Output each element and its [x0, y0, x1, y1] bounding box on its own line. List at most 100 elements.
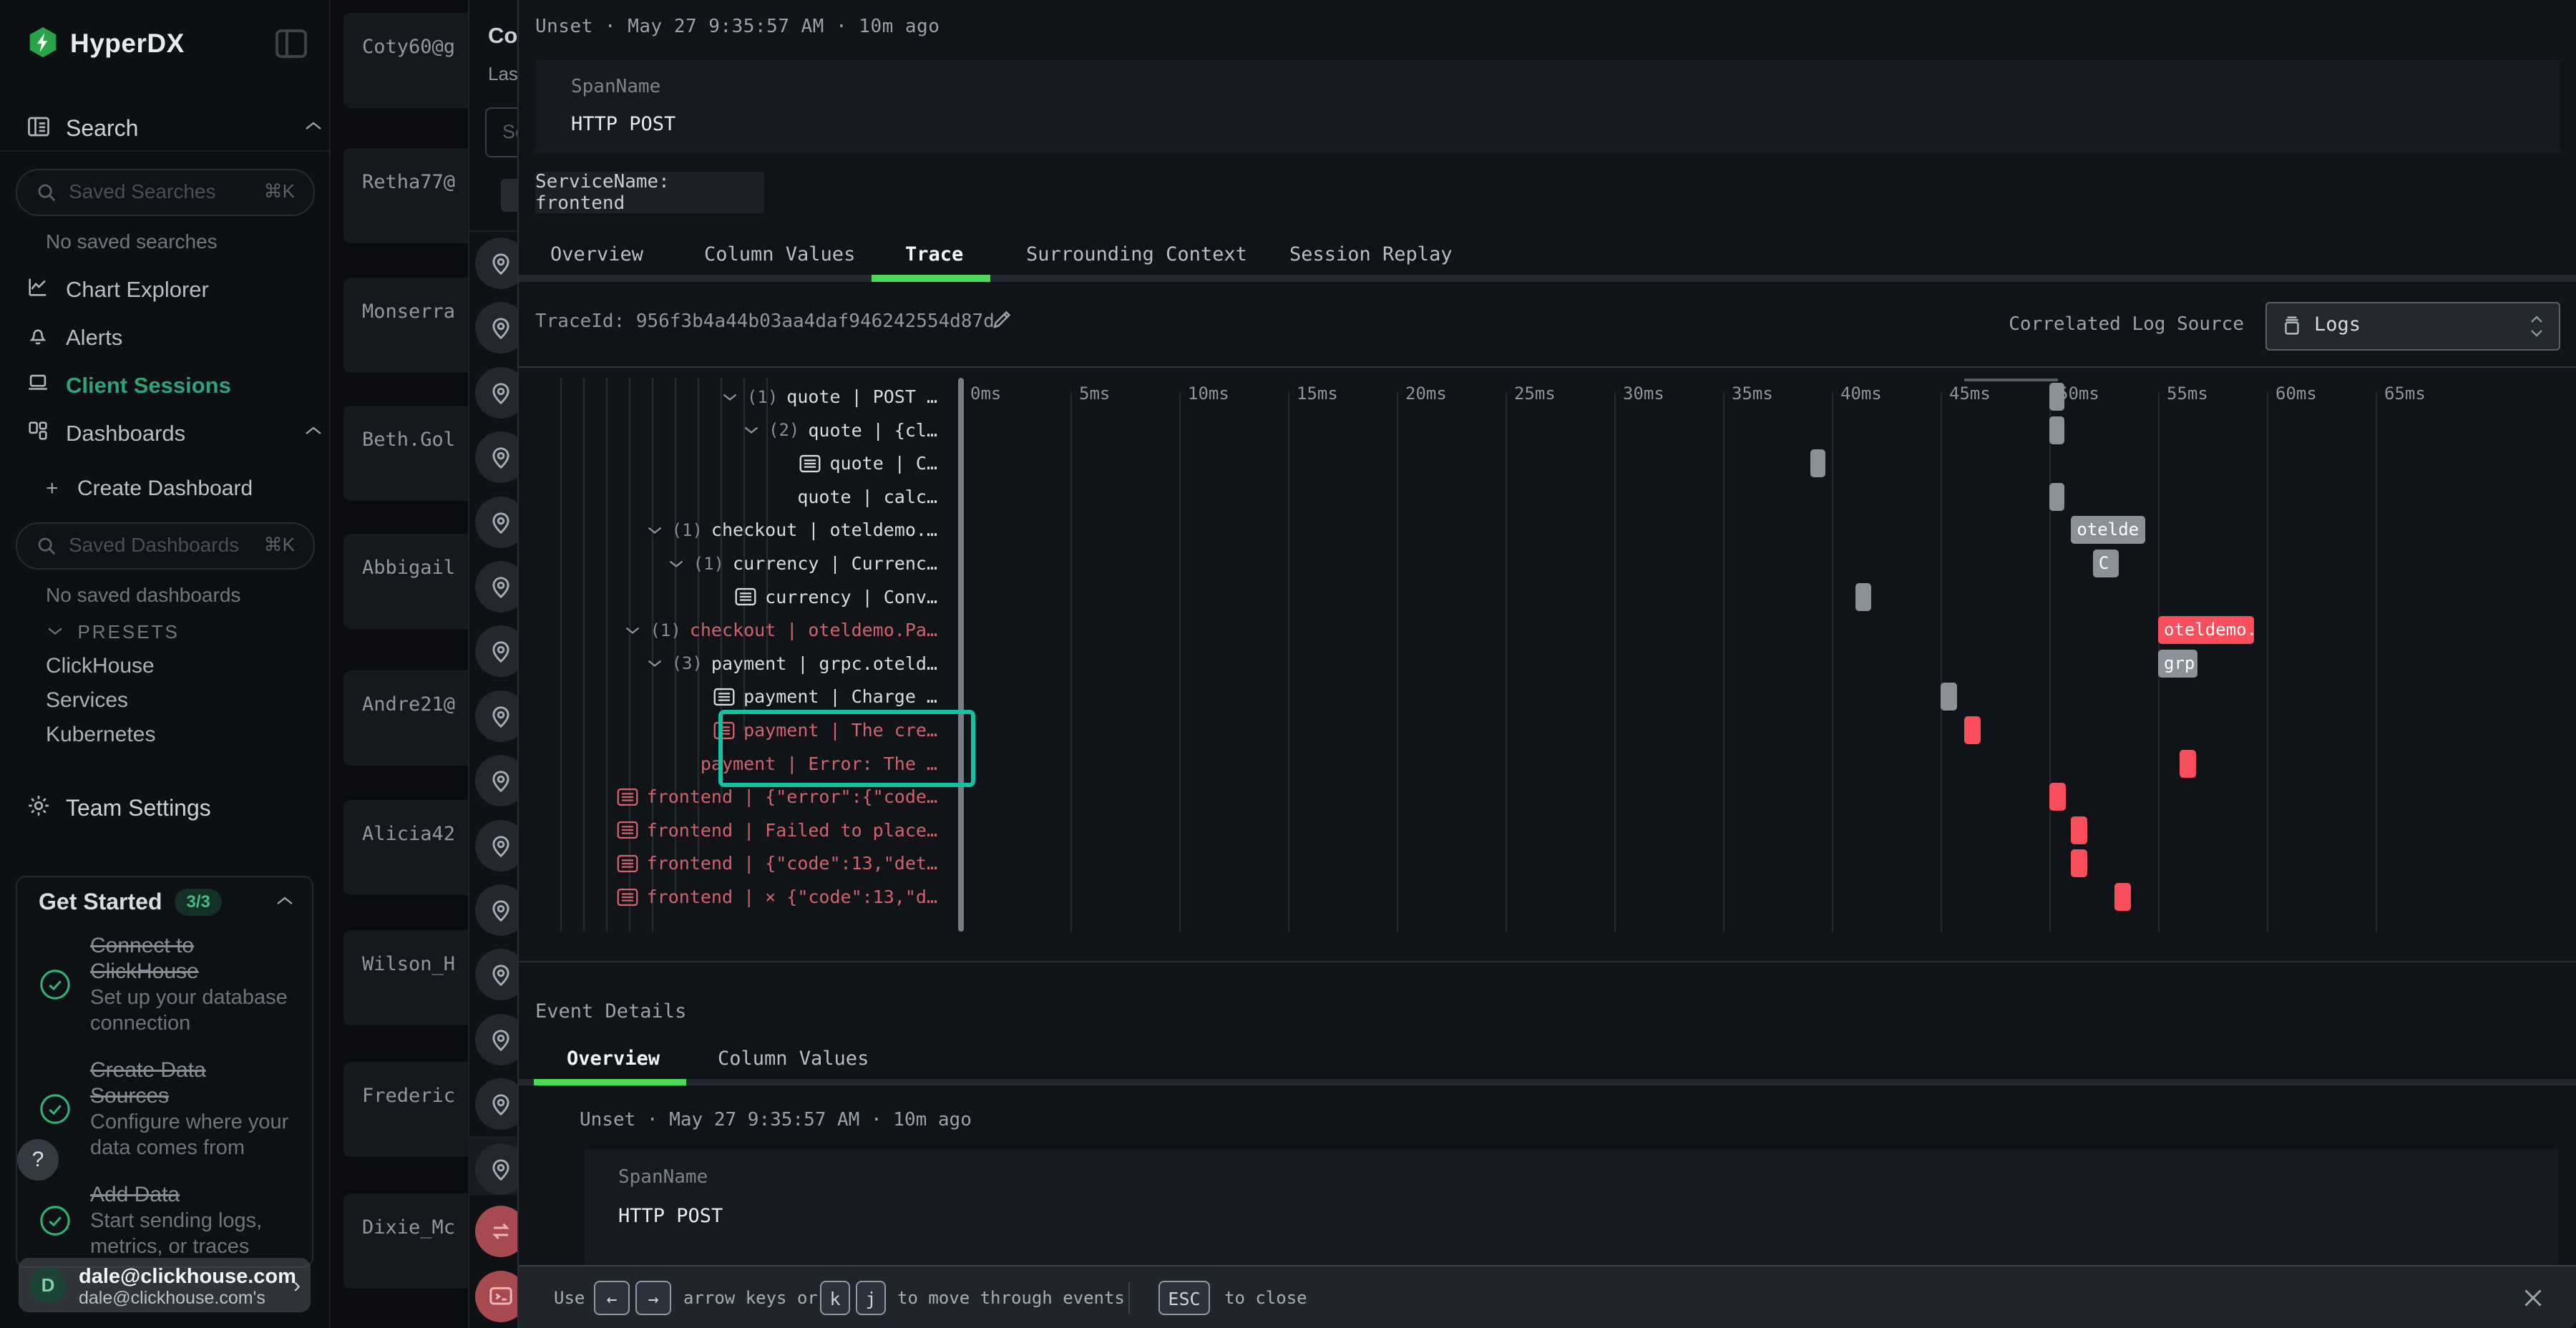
trace-tree-row[interactable]: currency | Conv… — [519, 580, 937, 614]
close-icon[interactable] — [2520, 1285, 2546, 1311]
saved-dashboards-searchbox[interactable]: ⌘K — [16, 522, 315, 570]
footer-text: arrow keys or — [683, 1266, 818, 1328]
select-chevrons-icon — [2527, 312, 2546, 341]
event-details-tab-column-values[interactable]: Column Values — [718, 1043, 869, 1075]
trace-span-bar[interactable] — [2049, 416, 2064, 444]
session-list-item[interactable]: Monserra — [343, 278, 468, 373]
search-nav-icon — [26, 114, 52, 140]
trace-span-bar[interactable] — [2049, 383, 2064, 411]
collapse-sidebar-icon[interactable] — [275, 29, 308, 59]
chevron-down-icon[interactable] — [743, 424, 760, 436]
trace-span-bar[interactable] — [2180, 750, 2196, 778]
trace-tree-row[interactable]: frontend | {"code":13,"det… — [519, 846, 937, 880]
no-saved-dashboards-text: No saved dashboards — [46, 584, 240, 607]
presets-section-toggle[interactable]: PRESETS — [46, 621, 180, 643]
trace-span-bar[interactable] — [1964, 716, 1981, 744]
servicename-chip[interactable]: ServiceName: frontend — [535, 172, 764, 213]
chevron-up-icon[interactable] — [275, 894, 295, 907]
sidebar-item-kubernetes[interactable]: Kubernetes — [46, 723, 155, 747]
session-list-item[interactable]: Beth.Gol — [343, 406, 468, 501]
saved-searches-input[interactable] — [67, 170, 249, 213]
trace-tree-row[interactable]: quote | C… — [519, 446, 937, 480]
session-name: Dixie_Mc — [362, 1216, 455, 1239]
child-count: (1) — [672, 520, 703, 540]
session-list-item[interactable]: Andre21@ — [343, 670, 468, 766]
session-list-item[interactable]: Coty60@g — [343, 13, 468, 108]
get-started-item[interactable]: Create Data SourcesConfigure where your … — [39, 1058, 291, 1161]
sidebar-item-label: Chart Explorer — [66, 277, 209, 303]
chevron-down-icon[interactable] — [721, 391, 738, 403]
sidebar-item-dashboards[interactable]: Dashboards — [26, 419, 329, 449]
sidebar-item-services[interactable]: Services — [46, 688, 128, 713]
sidebar-item-chart-explorer[interactable]: Chart Explorer — [26, 275, 329, 305]
sidebar-item-alerts[interactable]: Alerts — [26, 323, 329, 353]
trace-tree-row[interactable]: frontend | × {"code":13,"d… — [519, 880, 937, 914]
trace-tree-row[interactable]: payment | Charge … — [519, 680, 937, 713]
tab-surrounding-context[interactable]: Surrounding Context — [1026, 239, 1247, 270]
timeline-tick-label: 25ms — [1514, 384, 1556, 404]
sidebar: HyperDX Search ⌘K No saved searches Char… — [0, 0, 331, 1328]
timeline-gridline — [1832, 392, 1833, 932]
saved-dashboards-input[interactable] — [67, 524, 249, 567]
trace-span-bar[interactable]: oteldemo. — [2158, 616, 2254, 644]
trace-span-bar[interactable] — [2114, 883, 2131, 911]
get-started-item[interactable]: Add DataStart sending logs, metrics, or … — [39, 1182, 291, 1259]
tab-overview[interactable]: Overview — [550, 239, 643, 270]
session-list-item[interactable]: Abbigail — [343, 534, 468, 629]
trace-tree-row[interactable]: (1)currency | Currenc… — [519, 547, 937, 580]
spanname-card: SpanName HTTP POST — [535, 60, 2560, 153]
chevron-down-icon[interactable] — [624, 625, 641, 636]
trace-span-bar[interactable]: otelde — [2071, 516, 2145, 544]
get-started-badge: 3/3 — [175, 889, 221, 916]
get-started-item[interactable]: Connect to ClickHouseSet up your databas… — [39, 933, 291, 1036]
help-button[interactable]: ? — [17, 1139, 59, 1181]
trace-span-bar[interactable] — [1810, 449, 1825, 477]
tree-scrollbar[interactable] — [958, 378, 964, 932]
trace-tree-row[interactable]: (1)quote | POST … — [519, 380, 937, 414]
trace-tree-row[interactable]: (2)quote | {cl… — [519, 414, 937, 447]
session-list-item[interactable]: Dixie_Mc — [343, 1193, 468, 1289]
trace-span-bar[interactable] — [2049, 783, 2066, 811]
sidebar-item-search[interactable]: Search — [26, 111, 329, 145]
trace-tree-row[interactable]: quote | calc… — [519, 480, 937, 514]
sidebar-item-client-sessions[interactable]: Client Sessions — [26, 371, 329, 401]
log-source-value: Logs — [2314, 313, 2361, 336]
child-count: (3) — [672, 653, 703, 673]
trace-tree-row[interactable]: (1)checkout | oteldemo.Pa… — [519, 613, 937, 647]
trace-span-bar[interactable]: grp — [2158, 650, 2197, 678]
trace-span-bar[interactable] — [2071, 816, 2087, 844]
log-source-select[interactable]: Logs — [2265, 302, 2560, 351]
trace-waterfall: 0ms5ms10ms15ms20ms25ms30ms35ms40ms45ms50… — [519, 378, 2576, 932]
session-list-item[interactable]: Alicia42 — [343, 800, 468, 895]
sidebar-item-label: Alerts — [66, 325, 122, 351]
timeline-gridline — [1506, 392, 1507, 932]
j-keycap: j — [856, 1281, 886, 1315]
create-dashboard-button[interactable]: + Create Dashboard — [46, 477, 253, 501]
edit-pencil-icon[interactable] — [990, 308, 1014, 332]
sessions-list-column: Coty60@g Retha77@ Monserra Beth.Gol Abbigail… — [331, 0, 468, 1328]
user-account-bar[interactable]: D dale@clickhouse.com dale@clickhouse.co… — [19, 1258, 311, 1312]
trace-span-bar[interactable] — [1855, 583, 1870, 611]
session-list-item[interactable]: Frederic — [343, 1062, 468, 1157]
trace-span-bar[interactable] — [1941, 683, 1957, 711]
chevron-right-icon: › — [293, 1274, 301, 1298]
chevron-down-icon[interactable] — [646, 524, 663, 536]
trace-span-bar[interactable] — [2071, 849, 2087, 877]
sidebar-item-team-settings[interactable]: Team Settings — [26, 793, 329, 823]
trace-tree-row[interactable]: (1)checkout | oteldemo.… — [519, 513, 937, 547]
trace-tree-row[interactable]: frontend | Failed to place… — [519, 814, 937, 847]
chart-icon — [26, 275, 50, 299]
tab-session-replay[interactable]: Session Replay — [1289, 239, 1453, 270]
trace-tree-row[interactable]: (3)payment | grpc.oteld… — [519, 647, 937, 680]
trace-span-bar[interactable] — [2049, 483, 2064, 511]
saved-searches-searchbox[interactable]: ⌘K — [16, 169, 315, 216]
session-list-item[interactable]: Retha77@ — [343, 148, 468, 243]
tab-trace[interactable]: Trace — [905, 239, 963, 270]
chevron-down-icon[interactable] — [668, 558, 685, 570]
trace-span-bar[interactable]: C — [2093, 550, 2119, 577]
tab-column-values[interactable]: Column Values — [704, 239, 855, 270]
session-list-item[interactable]: Wilson_H — [343, 930, 468, 1025]
chevron-down-icon[interactable] — [646, 658, 663, 669]
sidebar-item-clickhouse[interactable]: ClickHouse — [46, 654, 155, 678]
event-details-tab-overview[interactable]: Overview — [567, 1043, 660, 1075]
